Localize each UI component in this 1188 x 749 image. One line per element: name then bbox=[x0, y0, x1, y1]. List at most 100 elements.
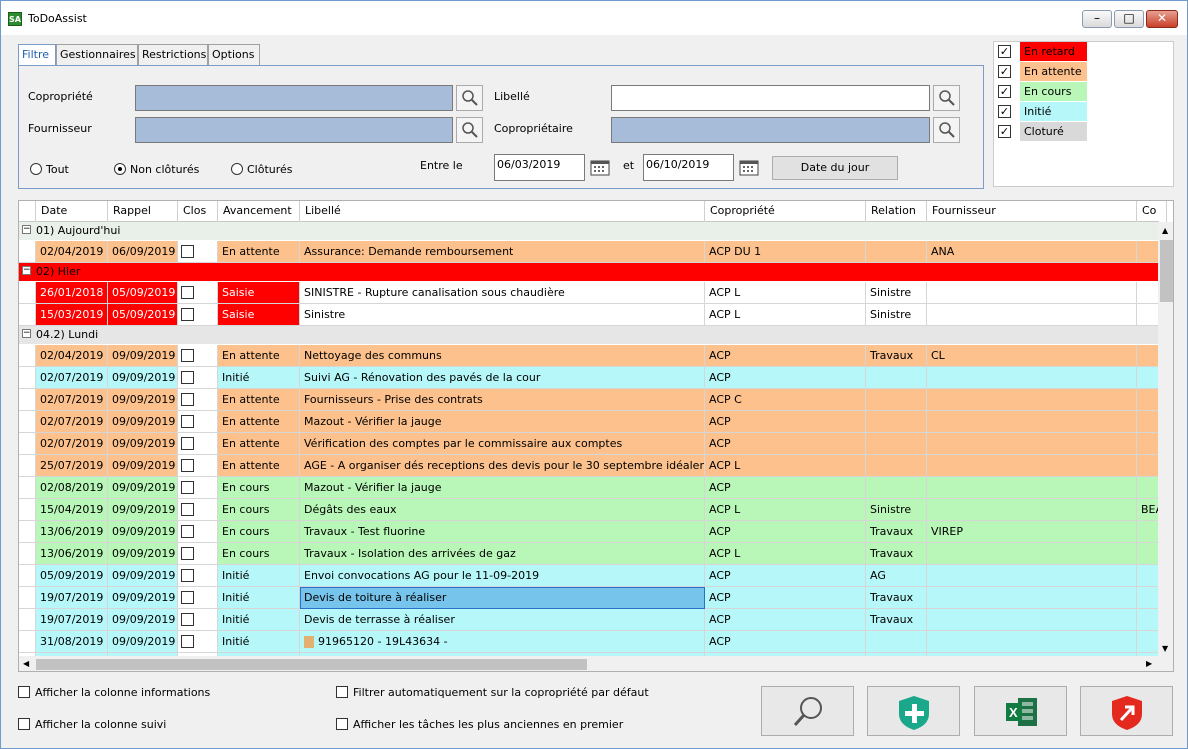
cell-fournisseur[interactable] bbox=[927, 282, 1137, 304]
cell-fournisseur[interactable] bbox=[927, 367, 1137, 389]
clos-checkbox[interactable] bbox=[181, 245, 194, 258]
cell-rappel[interactable]: 05/09/2019 bbox=[108, 304, 178, 326]
clos-checkbox[interactable] bbox=[181, 503, 194, 516]
legend-initie-checkbox[interactable]: ✓ bbox=[998, 105, 1011, 118]
date-to-input[interactable]: 06/10/2019 bbox=[643, 154, 734, 181]
clos-checkbox[interactable] bbox=[181, 308, 194, 321]
collapse-icon[interactable]: − bbox=[22, 266, 31, 275]
cell-relation[interactable] bbox=[866, 455, 927, 477]
cell-fournisseur[interactable]: ANA bbox=[927, 241, 1137, 263]
cell-libelle[interactable]: Fournisseurs - Prise des contrats bbox=[300, 389, 705, 411]
cell-date[interactable]: 02/07/2019 bbox=[36, 411, 108, 433]
cell-libelle[interactable]: Travaux - Isolation des arrivées de gaz bbox=[300, 543, 705, 565]
legend-en-attente-checkbox[interactable]: ✓ bbox=[998, 65, 1011, 78]
cell-libelle[interactable]: Nettoyage des communs bbox=[300, 345, 705, 367]
cell-clos[interactable] bbox=[178, 411, 218, 433]
cell-fournisseur[interactable] bbox=[927, 565, 1137, 587]
scroll-left-icon[interactable]: ◀ bbox=[23, 659, 29, 668]
table-row[interactable]: 02/04/2019 09/09/2019 En attente Nettoyage … bbox=[19, 345, 1167, 367]
clos-checkbox[interactable] bbox=[181, 635, 194, 648]
cell-copropriete[interactable]: ACP bbox=[705, 477, 866, 499]
cell-avancement[interactable]: En cours bbox=[218, 477, 300, 499]
cell-rappel[interactable]: 06/09/2019 bbox=[108, 241, 178, 263]
cell-fournisseur[interactable] bbox=[927, 304, 1137, 326]
cell-relation[interactable]: Travaux bbox=[866, 609, 927, 631]
cell-libelle[interactable]: Assurance: Demande remboursement bbox=[300, 241, 705, 263]
cell-rappel[interactable]: 05/09/2019 bbox=[108, 282, 178, 304]
col-relation[interactable]: Relation bbox=[866, 201, 927, 222]
cell-avancement[interactable]: Initié bbox=[218, 587, 300, 609]
maximize-button[interactable]: □ bbox=[1114, 10, 1144, 28]
col-copropriete[interactable]: Copropriété bbox=[705, 201, 866, 222]
cell-clos[interactable] bbox=[178, 631, 218, 653]
table-row[interactable]: 02/08/2019 09/09/2019 En cours Mazout - Vér… bbox=[19, 477, 1167, 499]
cell-clos[interactable] bbox=[178, 282, 218, 304]
cell-avancement[interactable]: Initié bbox=[218, 631, 300, 653]
cell-relation[interactable] bbox=[866, 477, 927, 499]
clos-checkbox[interactable] bbox=[181, 459, 194, 472]
cell-copropriete[interactable]: ACP bbox=[705, 521, 866, 543]
cell-copropriete[interactable]: ACP L bbox=[705, 304, 866, 326]
clos-checkbox[interactable] bbox=[181, 349, 194, 362]
cell-rappel[interactable]: 09/09/2019 bbox=[108, 543, 178, 565]
cell-libelle[interactable]: Mazout - Vérifier la jauge bbox=[300, 411, 705, 433]
libelle-input[interactable] bbox=[611, 85, 930, 111]
tab-restrictions[interactable]: Restrictions bbox=[138, 44, 208, 65]
cell-rappel[interactable]: 09/09/2019 bbox=[108, 345, 178, 367]
col-avancement[interactable]: Avancement bbox=[218, 201, 300, 222]
cell-libelle[interactable]: Travaux - Test fluorine bbox=[300, 521, 705, 543]
cell-relation[interactable] bbox=[866, 389, 927, 411]
cell-date[interactable]: 19/07/2019 bbox=[36, 609, 108, 631]
cell-libelle[interactable]: Dégâts des eaux bbox=[300, 499, 705, 521]
minimize-button[interactable]: – bbox=[1082, 10, 1112, 28]
scroll-down-icon[interactable]: ▼ bbox=[1162, 644, 1168, 653]
cell-libelle[interactable]: Devis de toiture à réaliser bbox=[300, 587, 705, 609]
date-to-calendar-button[interactable] bbox=[737, 154, 761, 181]
cell-relation[interactable]: Sinistre bbox=[866, 304, 927, 326]
cell-date[interactable]: 02/04/2019 bbox=[36, 345, 108, 367]
vertical-scrollbar[interactable]: ▲ ▼ bbox=[1158, 222, 1173, 671]
clos-checkbox[interactable] bbox=[181, 481, 194, 494]
cell-relation[interactable]: Travaux bbox=[866, 543, 927, 565]
radio-tout[interactable] bbox=[30, 163, 42, 175]
cell-fournisseur[interactable] bbox=[927, 477, 1137, 499]
cell-relation[interactable] bbox=[866, 241, 927, 263]
cell-libelle[interactable]: 91965120 - 19L43634 - bbox=[300, 631, 705, 653]
cell-clos[interactable] bbox=[178, 367, 218, 389]
col-clos[interactable]: Clos bbox=[178, 201, 218, 222]
cell-relation[interactable]: Sinistre bbox=[866, 282, 927, 304]
cell-rappel[interactable]: 09/09/2019 bbox=[108, 389, 178, 411]
cell-avancement[interactable]: Initié bbox=[218, 609, 300, 631]
legend-en-cours-checkbox[interactable]: ✓ bbox=[998, 85, 1011, 98]
shield-action-button[interactable] bbox=[1080, 686, 1173, 736]
cell-date[interactable]: 25/07/2019 bbox=[36, 455, 108, 477]
cell-rappel[interactable]: 09/09/2019 bbox=[108, 587, 178, 609]
cell-libelle[interactable]: Vérification des comptes par le commissa… bbox=[300, 433, 705, 455]
cell-clos[interactable] bbox=[178, 521, 218, 543]
clos-checkbox[interactable] bbox=[181, 415, 194, 428]
col-fournisseur[interactable]: Fournisseur bbox=[927, 201, 1137, 222]
legend-cloture-checkbox[interactable]: ✓ bbox=[998, 125, 1011, 138]
search-button[interactable] bbox=[761, 686, 854, 736]
cell-date[interactable]: 26/01/2018 bbox=[36, 282, 108, 304]
cell-rappel[interactable]: 09/09/2019 bbox=[108, 499, 178, 521]
cell-rappel[interactable]: 09/09/2019 bbox=[108, 609, 178, 631]
close-button[interactable]: ✕ bbox=[1146, 10, 1178, 28]
cell-date[interactable]: 02/08/2019 bbox=[36, 477, 108, 499]
cell-relation[interactable] bbox=[866, 411, 927, 433]
cell-clos[interactable] bbox=[178, 477, 218, 499]
coproprietaire-input[interactable] bbox=[611, 117, 930, 143]
cell-date[interactable]: 05/09/2019 bbox=[36, 565, 108, 587]
table-row[interactable]: 19/07/2019 09/09/2019 Initié Devis de toitu… bbox=[19, 587, 1167, 609]
tab-options[interactable]: Options bbox=[208, 44, 260, 65]
cell-libelle[interactable]: Devis de terrasse à réaliser bbox=[300, 609, 705, 631]
cell-copropriete[interactable]: ACP L bbox=[705, 543, 866, 565]
cell-rappel[interactable]: 09/09/2019 bbox=[108, 477, 178, 499]
col-rappel[interactable]: Rappel bbox=[108, 201, 178, 222]
cell-fournisseur[interactable] bbox=[927, 609, 1137, 631]
table-row[interactable]: 26/01/2018 05/09/2019 Saisie SINISTRE - Rup… bbox=[19, 282, 1167, 304]
cell-copropriete[interactable]: ACP L bbox=[705, 499, 866, 521]
group-header[interactable]: −01) Aujourd'hui bbox=[19, 222, 1159, 240]
cell-libelle[interactable]: AGE - A organiser dés receptions des dev… bbox=[300, 455, 705, 477]
tab-gestionnaires[interactable]: Gestionnaires bbox=[56, 44, 138, 65]
